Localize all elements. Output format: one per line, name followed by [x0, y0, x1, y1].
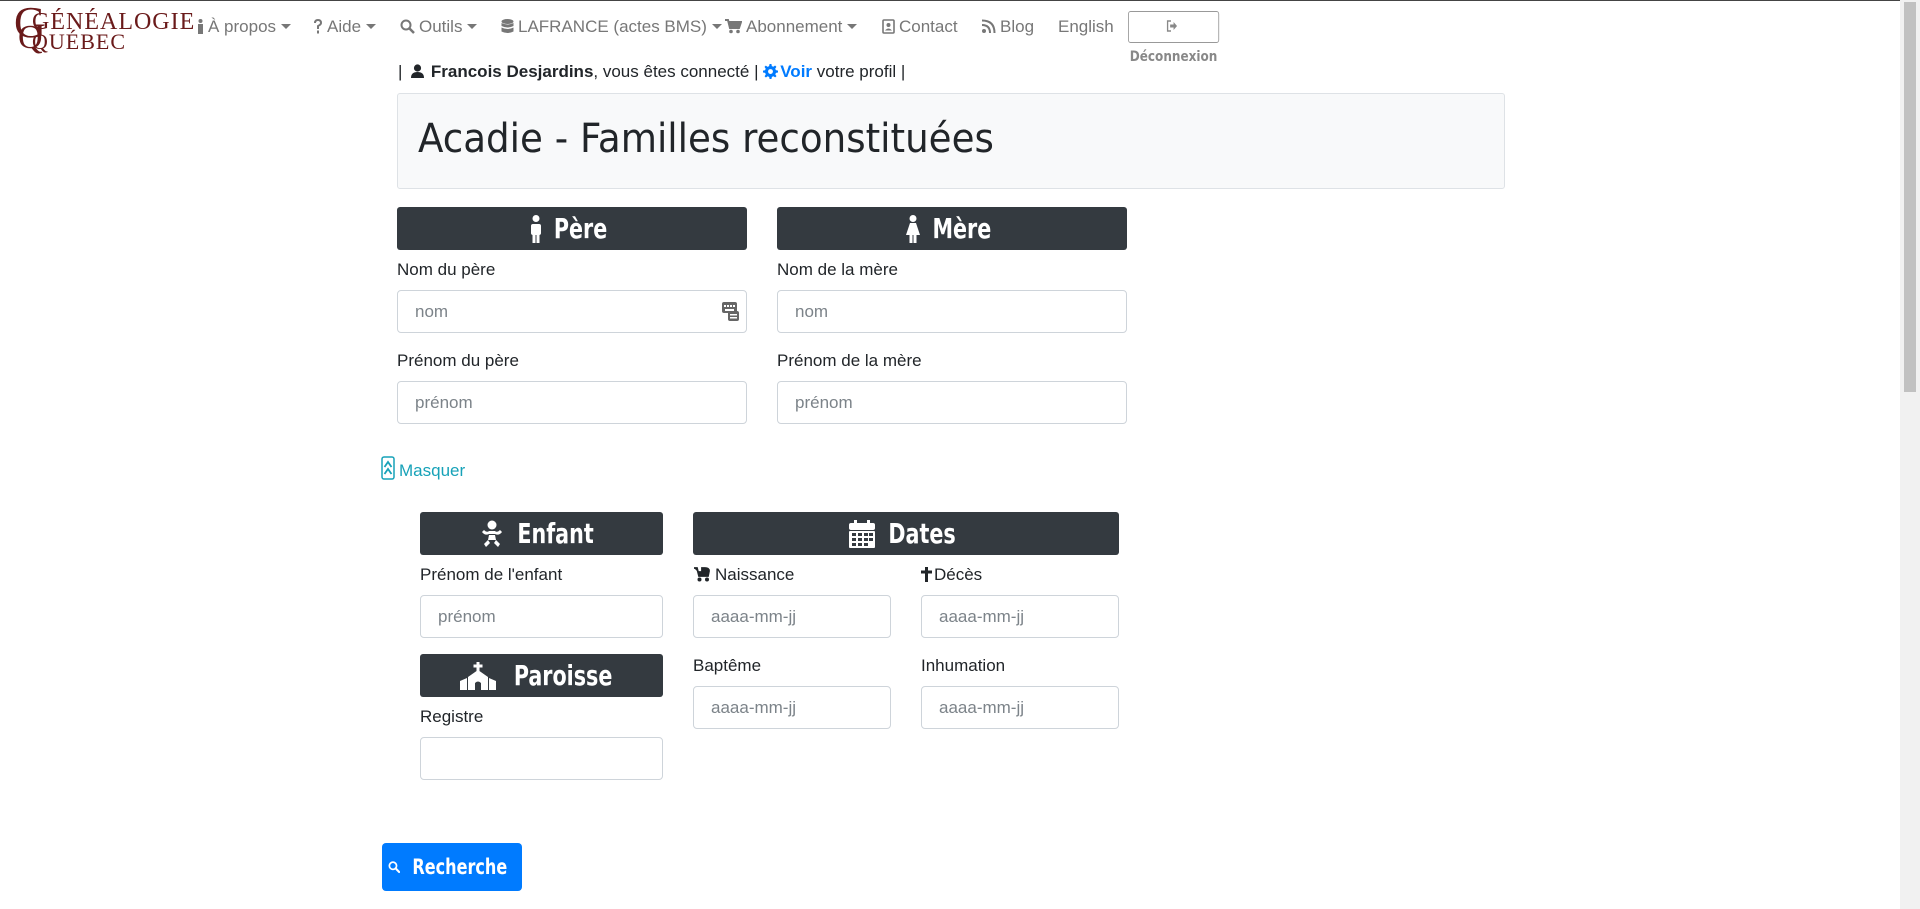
user-name: Francois Desjardins	[430, 62, 594, 81]
registry-label: Registre	[420, 707, 484, 726]
nav-english[interactable]: English	[1058, 17, 1114, 37]
nav-outils[interactable]: Outils	[400, 17, 478, 37]
nav-apropos[interactable]: À propos	[197, 17, 292, 37]
burial-label: Inhumation	[921, 656, 1006, 675]
separator: |	[900, 62, 906, 81]
child-firstname-label: Prénom de l'enfant	[420, 565, 563, 584]
gear-icon	[763, 64, 779, 79]
logout-button[interactable]: Déconnexion	[1128, 11, 1220, 65]
registry-input[interactable]	[420, 737, 663, 780]
navbar: G Q GÉNÉALOGIE QUÉBEC À propos Aide Outi…	[0, 1, 1900, 65]
death-label-text: Décès	[934, 565, 983, 584]
mother-name-label: Nom de la mère	[777, 260, 898, 279]
chevron-down-icon	[711, 24, 722, 29]
title-jumbotron: Acadie - Familles reconstituées	[397, 93, 1505, 189]
child-header: Enfant	[420, 512, 663, 555]
nav-aide[interactable]: Aide	[313, 17, 377, 37]
user-status-line: | Francois Desjardins, vous êtes connect…	[398, 62, 905, 82]
logo-line2: QUÉBEC	[32, 29, 126, 54]
site-logo[interactable]: G Q GÉNÉALOGIE QUÉBEC	[14, 1, 194, 55]
user-icon	[411, 64, 425, 78]
chevron-down-icon	[281, 24, 292, 29]
nav-blog-label: Blog	[1000, 17, 1035, 36]
female-icon	[906, 214, 921, 243]
dates-header-label: Dates	[888, 517, 956, 550]
chevron-down-icon	[847, 24, 858, 29]
rss-icon	[981, 19, 996, 34]
info-icon	[198, 19, 203, 34]
contact-card-icon	[882, 19, 895, 34]
profile-text: votre profil	[816, 62, 897, 81]
stroller-icon	[694, 567, 710, 582]
parish-header-label: Paroisse	[514, 659, 613, 692]
nav-apropos-label: À propos	[208, 17, 277, 36]
father-header: Père	[397, 207, 747, 250]
baptism-date-input[interactable]	[693, 686, 891, 729]
child-header-label: Enfant	[517, 517, 594, 550]
nav-contact[interactable]: Contact	[882, 17, 958, 37]
search-button[interactable]: Recherche	[382, 843, 522, 891]
baptism-label: Baptême	[693, 656, 762, 675]
birth-label-text: Naissance	[715, 565, 795, 584]
mother-firstname-label: Prénom de la mère	[777, 351, 922, 370]
hide-toggle-label: Masquer	[399, 461, 466, 480]
father-header-label: Père	[554, 212, 608, 245]
search-icon	[400, 19, 415, 34]
collapse-icon	[381, 456, 395, 480]
nav-english-label: English	[1058, 17, 1114, 36]
church-icon	[460, 661, 497, 690]
nav-outils-label: Outils	[419, 17, 463, 36]
nav-lafrance[interactable]: LAFRANCE (actes BMS)	[501, 17, 722, 37]
father-name-label: Nom du père	[397, 260, 496, 279]
question-icon	[314, 19, 322, 34]
scrollbar-thumb[interactable]	[1904, 2, 1916, 392]
burial-date-input[interactable]	[921, 686, 1119, 729]
father-firstname-label: Prénom du père	[397, 351, 519, 370]
separator: |	[398, 62, 403, 81]
parish-header: Paroisse	[420, 654, 663, 697]
nav-aide-label: Aide	[327, 17, 362, 36]
male-icon	[531, 214, 542, 243]
nav-contact-label: Contact	[899, 17, 958, 36]
nav-abonnement-label: Abonnement	[746, 17, 843, 36]
chevron-down-icon	[467, 24, 478, 29]
nav-lafrance-label: LAFRANCE (actes BMS)	[518, 17, 707, 36]
calendar-icon	[848, 519, 875, 548]
death-label: Décès	[921, 565, 982, 585]
child-firstname-input[interactable]	[420, 595, 663, 638]
dates-header: Dates	[693, 512, 1119, 555]
hide-toggle-link[interactable]: Masquer	[381, 456, 465, 481]
search-icon	[388, 861, 401, 874]
chevron-down-icon	[366, 24, 377, 29]
logout-label: Déconnexion	[1129, 49, 1218, 65]
mother-name-input[interactable]	[777, 290, 1127, 333]
mother-header: Mère	[777, 207, 1127, 250]
nav-blog[interactable]: Blog	[981, 17, 1034, 37]
birth-label: Naissance	[693, 565, 794, 585]
nav-abonnement[interactable]: Abonnement	[725, 17, 858, 37]
connected-text: , vous êtes connecté	[593, 62, 750, 81]
page-title: Acadie - Familles reconstituées	[418, 116, 994, 162]
mother-header-label: Mère	[932, 212, 992, 245]
view-profile-label: Voir	[780, 62, 813, 81]
death-date-input[interactable]	[921, 595, 1119, 638]
cart-icon	[725, 19, 743, 34]
database-icon	[501, 19, 514, 33]
mother-firstname-input[interactable]	[777, 381, 1127, 424]
view-profile-link[interactable]: Voir	[763, 62, 812, 81]
separator: |	[754, 62, 759, 81]
birth-date-input[interactable]	[693, 595, 891, 638]
sign-out-icon	[1166, 20, 1178, 32]
father-name-input[interactable]	[397, 290, 747, 333]
baby-icon	[481, 520, 502, 547]
keyboard-icon[interactable]	[722, 302, 739, 321]
search-button-label: Recherche	[412, 855, 508, 879]
cross-icon	[921, 567, 932, 582]
father-firstname-input[interactable]	[397, 381, 747, 424]
page-scrollbar[interactable]	[1900, 0, 1920, 909]
